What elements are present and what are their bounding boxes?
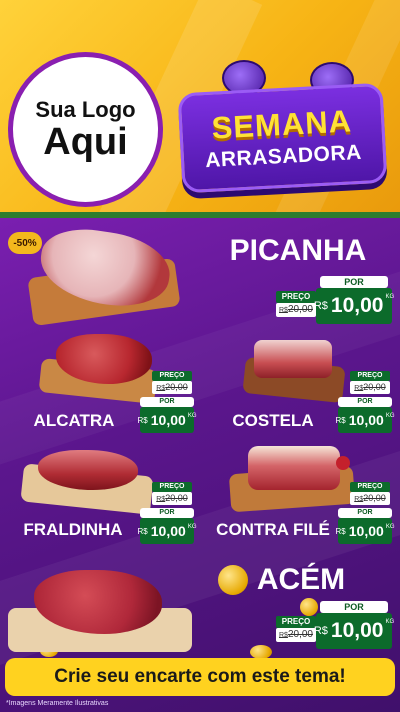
preco-label: PREÇO [350,482,390,492]
fraldinha-image [20,444,154,515]
current-price: R$ 10,00 KG [336,407,394,433]
alcatra-image [36,330,158,404]
price-tag-acem: POR PREÇO R$20,00 R$ 10,00 KG [276,601,394,649]
product-name-acem: ACÉM [256,563,346,596]
old-price: R$20,00 [152,381,192,394]
old-price: R$20,00 [350,492,390,505]
por-label: POR [320,601,388,613]
acem-image [8,562,192,654]
logo-text-line2: Aqui [43,120,128,163]
product-name-alcatra: ALCATRA [33,411,115,430]
product-name-picanha: PICANHA [229,234,367,267]
current-price: R$ 10,00 KG [336,518,394,544]
campaign-badge: SEMANA ARRASADORA [177,60,392,194]
por-label: POR [338,397,392,407]
badge-title: SEMANA [210,103,353,146]
current-price: R$ 10,00 KG [138,407,196,433]
por-label: POR [140,508,194,518]
product-name-costela: COSTELA [232,411,314,430]
cta-banner[interactable]: Crie seu encarte com este tema! [5,658,395,696]
product-name-contra-file: CONTRA FILÉ [216,520,330,539]
disclaimer-text: *Imagens Meramente Ilustrativas [6,700,109,707]
picanha-image [26,223,181,327]
logo-text-line1: Sua Logo [35,96,136,122]
old-price: R$20,00 [350,381,390,394]
preco-label: PREÇO [276,616,316,628]
coin-icon [250,645,272,659]
current-price: R$ 10,00 KG [138,518,196,544]
badge-plate: SEMANA ARRASADORA [177,82,388,194]
logo-placeholder[interactable]: Sua Logo Aqui [8,52,163,207]
preco-label: PREÇO [276,291,316,303]
header-banner: Sua Logo Aqui SEMANA ARRASADORA [0,0,400,215]
price-tag-picanha: POR PREÇO R$20,00 R$ 10,00 KG [276,276,394,324]
preco-label: PREÇO [350,371,390,381]
price-tag-fraldinha: PREÇO R$20,00 POR R$ 10,00 KG [138,482,196,544]
old-price: R$20,00 [276,303,316,317]
por-label: POR [140,397,194,407]
preco-label: PREÇO [152,371,192,381]
por-label: POR [338,508,392,518]
por-label: POR [320,276,388,288]
product-name-fraldinha: FRALDINHA [23,520,123,539]
contra-file-image [228,442,356,513]
price-tag-contra-file: PREÇO R$20,00 POR R$ 10,00 KG [336,482,394,544]
costela-image [242,334,348,404]
preco-label: PREÇO [152,482,192,492]
current-price: R$ 10,00 KG [314,288,394,324]
coin-icon [218,565,248,595]
current-price: R$ 10,00 KG [314,613,394,649]
old-price: R$20,00 [276,628,316,642]
price-tag-costela: PREÇO R$20,00 POR R$ 10,00 KG [336,371,394,433]
old-price: R$20,00 [152,492,192,505]
price-tag-alcatra: PREÇO R$20,00 POR R$ 10,00 KG [138,371,196,433]
